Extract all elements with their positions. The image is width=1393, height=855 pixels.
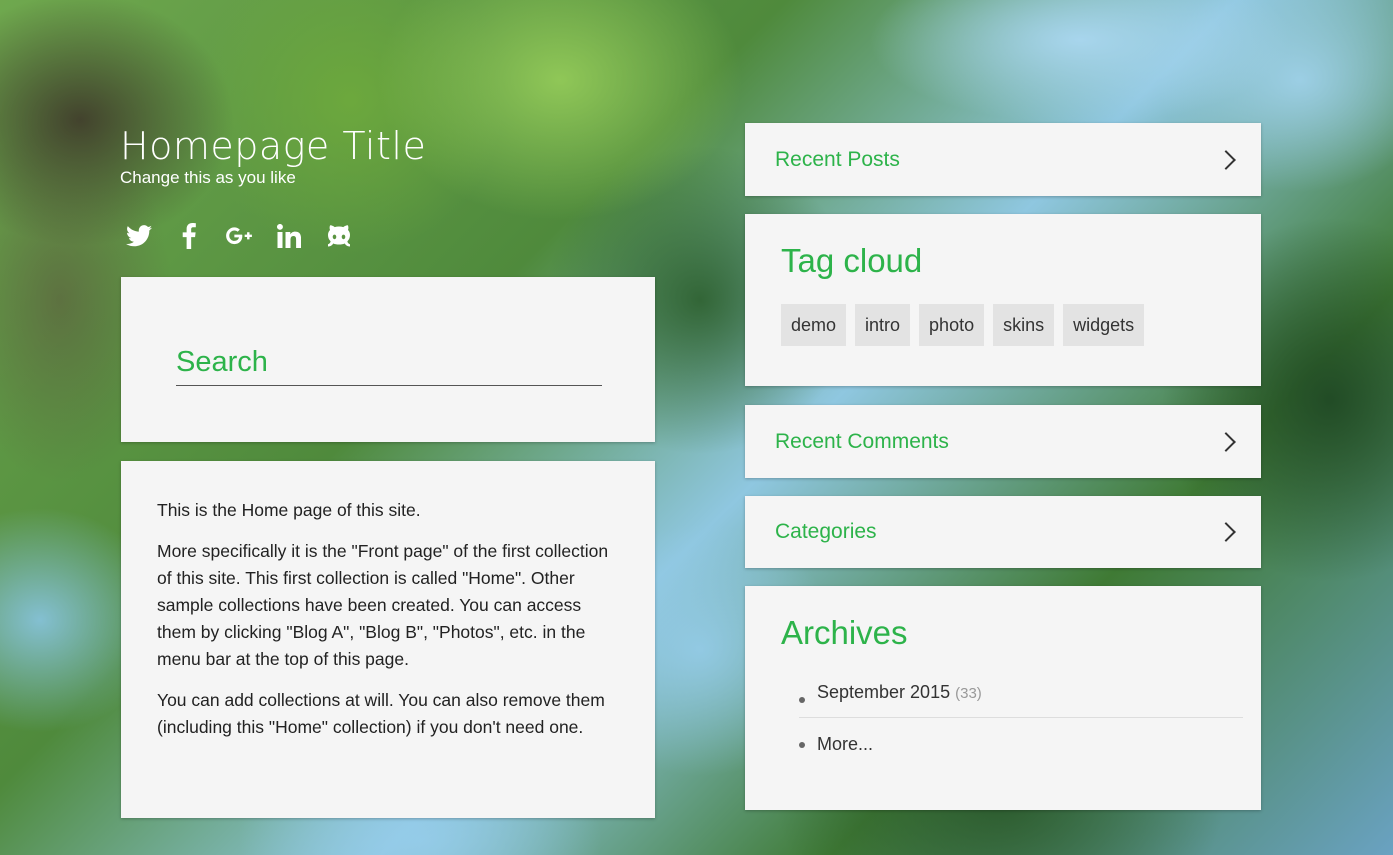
intro-paragraph: This is the Home page of this site. <box>157 500 421 520</box>
tag-cloud-widget: Tag cloud demo intro photo skins widgets <box>745 214 1261 386</box>
recent-posts-label: Recent Posts <box>775 147 900 171</box>
content-panel: This is the Home page of this site. More… <box>121 461 655 818</box>
search-input[interactable] <box>176 339 602 386</box>
archive-count: (33) <box>955 685 982 702</box>
chevron-right-icon <box>1216 149 1236 170</box>
tag-photo[interactable]: photo <box>919 304 985 346</box>
description-paragraph: More specifically it is the "Front page"… <box>157 541 609 669</box>
list-item: More... <box>799 734 1261 755</box>
categories-label: Categories <box>775 520 877 543</box>
recent-posts-header[interactable]: Recent Posts <box>745 123 1261 196</box>
recent-comments-header[interactable]: Recent Comments <box>745 405 1261 478</box>
social-links <box>126 222 352 250</box>
tag-intro[interactable]: intro <box>855 304 911 346</box>
archive-more-link[interactable]: More... <box>817 734 873 754</box>
facebook-icon[interactable] <box>176 222 202 250</box>
list-item: September 2015 (33) <box>799 682 1243 718</box>
chevron-right-icon <box>1216 522 1236 542</box>
content-body: This is the Home page of this site. More… <box>121 461 655 741</box>
recent-comments-widget[interactable]: Recent Comments <box>745 405 1261 478</box>
archives-widget: Archives September 2015 (33) More... <box>745 586 1261 810</box>
tag-widgets[interactable]: widgets <box>1063 304 1145 346</box>
site-tagline: Change this as you like <box>120 168 296 187</box>
page-title[interactable]: Homepage Title <box>120 122 426 170</box>
twitter-icon[interactable] <box>126 222 152 250</box>
archive-link-september-2015[interactable]: September 2015 <box>817 682 950 702</box>
archives-title: Archives <box>781 614 908 651</box>
tag-cloud-title: Tag cloud <box>781 242 923 279</box>
github-icon[interactable] <box>326 222 352 250</box>
tag-list: demo intro photo skins widgets <box>781 304 1261 346</box>
categories-widget[interactable]: Categories <box>745 496 1261 568</box>
google-plus-icon[interactable] <box>226 222 252 250</box>
site-header: Homepage Title Change this as you like <box>120 122 426 188</box>
linkedin-icon[interactable] <box>276 222 302 250</box>
categories-header[interactable]: Categories <box>745 496 1261 568</box>
chevron-right-icon <box>1216 431 1236 452</box>
archive-list: September 2015 (33) More... <box>781 682 1261 755</box>
tag-skins[interactable]: skins <box>993 304 1055 346</box>
recent-posts-widget[interactable]: Recent Posts <box>745 123 1261 196</box>
tag-demo[interactable]: demo <box>781 304 847 346</box>
search-widget <box>121 277 655 442</box>
collections-paragraph: You can add collections at will. You can… <box>157 690 605 737</box>
recent-comments-label: Recent Comments <box>775 429 949 453</box>
